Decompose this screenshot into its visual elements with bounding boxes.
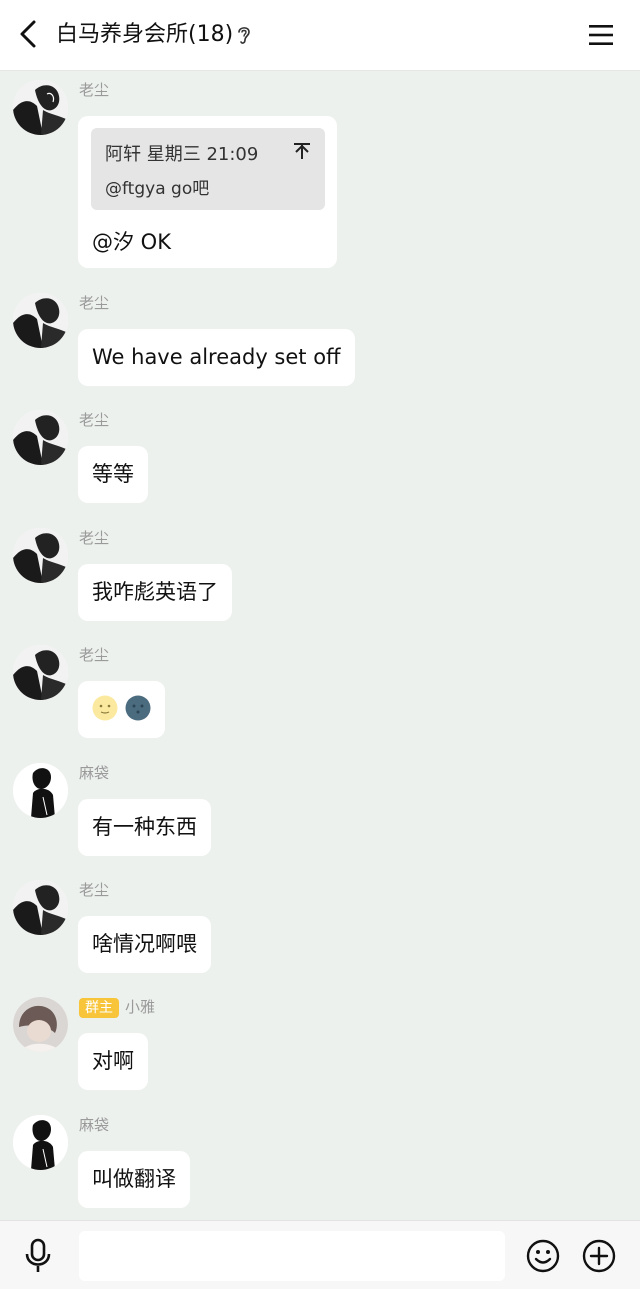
dark-figure-avatar[interactable] [13,763,68,818]
moon-face-yellow-icon [92,695,118,721]
sender-name: 老尘 [79,646,110,664]
sender-name: 麻袋 [79,1116,110,1134]
anime-couple-avatar[interactable] [13,880,68,935]
sender-name: 老尘 [79,529,110,547]
message-text: 我咋彪英语了 [92,580,218,604]
message-text: We have already set off [92,345,341,369]
message-bubble[interactable]: 啥情况啊喂 [78,916,211,973]
sender-name: 群主 小雅 [79,997,155,1018]
anime-couple-avatar[interactable] [13,528,68,583]
message-bubble[interactable]: We have already set off [78,329,355,386]
girl-photo-avatar[interactable] [13,997,68,1052]
hamburger-menu-icon[interactable] [586,20,616,50]
sender-name: 老尘 [79,411,110,429]
message-text: 对啊 [92,1049,134,1073]
quote-body: @ftgya go吧 [105,179,210,199]
message-text: 有一种东西 [92,815,197,839]
anime-couple-avatar[interactable] [13,410,68,465]
chevron-left-icon[interactable] [14,18,46,50]
sender-name: 老尘 [79,881,110,899]
quoted-message[interactable]: 阿轩 星期三 21:09 @ftgya go吧 [91,128,325,210]
message-bubble[interactable]: 阿轩 星期三 21:09 @ftgya go吧 @汐 OK [78,116,337,268]
message-bubble[interactable] [78,681,165,738]
message-input[interactable] [79,1231,505,1281]
chat-header: 白马养身会所(18) [0,0,640,71]
microphone-icon[interactable] [22,1238,54,1274]
smiley-icon[interactable] [526,1239,560,1273]
message-composer [0,1220,640,1289]
sender-name: 老尘 [79,294,110,312]
ear-icon[interactable] [236,24,252,46]
message-bubble[interactable]: 叫做翻译 [78,1151,190,1208]
new-moon-face-icon [125,695,151,721]
group-title[interactable]: 白马养身会所(18) [56,20,233,50]
anime-couple-avatar[interactable] [13,645,68,700]
message-bubble[interactable]: 对啊 [78,1033,148,1090]
group-owner-badge: 群主 [79,998,119,1018]
unpin-arrow-icon[interactable] [293,142,311,160]
message-text: 等等 [92,462,134,486]
message-text: 叫做翻译 [92,1167,176,1191]
message-bubble[interactable]: 我咋彪英语了 [78,564,232,621]
quote-header: 阿轩 星期三 21:09 [105,144,259,165]
plus-circle-icon[interactable] [582,1239,616,1273]
sender-name-text: 小雅 [125,998,156,1016]
sender-name: 麻袋 [79,764,110,782]
anime-couple-avatar[interactable] [13,80,68,135]
sender-name: 老尘 [79,81,110,99]
message-text: 啥情况啊喂 [92,932,197,956]
message-list[interactable]: 老尘 阿轩 星期三 21:09 @ftgya go吧 @汐 OK 老尘 We h… [0,70,640,1220]
message-bubble[interactable]: 有一种东西 [78,799,211,856]
message-text: @汐 OK [92,230,171,254]
dark-figure-avatar[interactable] [13,1115,68,1170]
anime-couple-avatar[interactable] [13,293,68,348]
message-bubble[interactable]: 等等 [78,446,148,503]
